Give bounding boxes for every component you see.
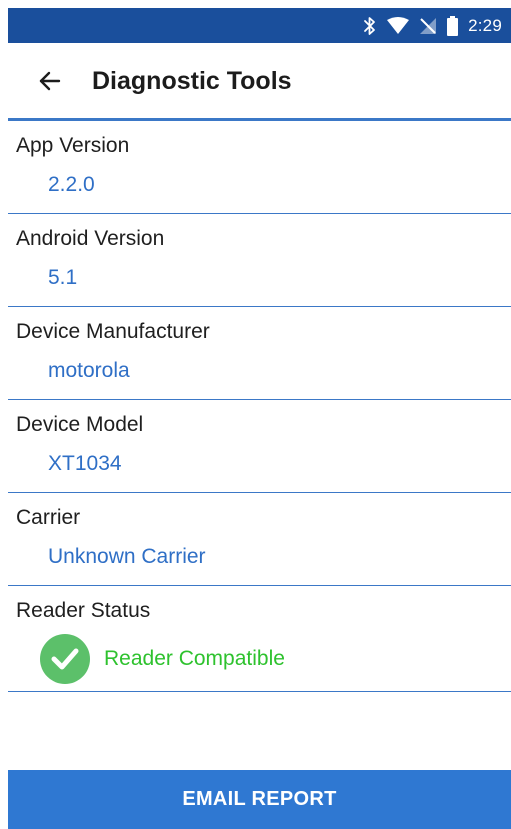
item-value: 5.1 [48, 266, 78, 289]
item-label: Android Version [16, 227, 165, 250]
diagnostics-list: App Version 2.2.0 Android Version 5.1 De… [8, 121, 511, 692]
list-item-app-version: App Version 2.2.0 [8, 121, 511, 214]
status-time: 2:29 [468, 15, 502, 35]
item-value: XT1034 [48, 452, 122, 475]
status-bar: 2:29 [8, 8, 511, 43]
no-signal-icon [419, 17, 437, 35]
email-report-button[interactable]: EMAIL REPORT [8, 770, 511, 829]
item-label: Carrier [16, 506, 81, 529]
list-item-reader-status: Reader Status Reader Compatible [8, 586, 511, 692]
bluetooth-icon [363, 16, 377, 36]
list-item-android-version: Android Version 5.1 [8, 214, 511, 307]
list-item-device-model: Device Model XT1034 [8, 400, 511, 493]
wifi-icon [387, 16, 410, 35]
item-value: Unknown Carrier [48, 545, 206, 568]
battery-icon [447, 15, 459, 36]
page-title: Diagnostic Tools [92, 66, 292, 95]
reader-status-line: Reader Compatible [40, 634, 285, 684]
app-bar: Diagnostic Tools [8, 43, 511, 119]
item-value: 2.2.0 [48, 173, 95, 196]
reader-status-value: Reader Compatible [104, 647, 285, 670]
item-value: motorola [48, 359, 130, 382]
item-label: Reader Status [16, 599, 151, 622]
item-label: Device Model [16, 413, 144, 436]
item-label: App Version [16, 134, 130, 157]
list-item-device-manufacturer: Device Manufacturer motorola [8, 307, 511, 400]
arrow-left-icon[interactable] [37, 68, 63, 94]
list-item-carrier: Carrier Unknown Carrier [8, 493, 511, 586]
check-circle-icon [40, 634, 90, 684]
item-label: Device Manufacturer [16, 320, 210, 343]
